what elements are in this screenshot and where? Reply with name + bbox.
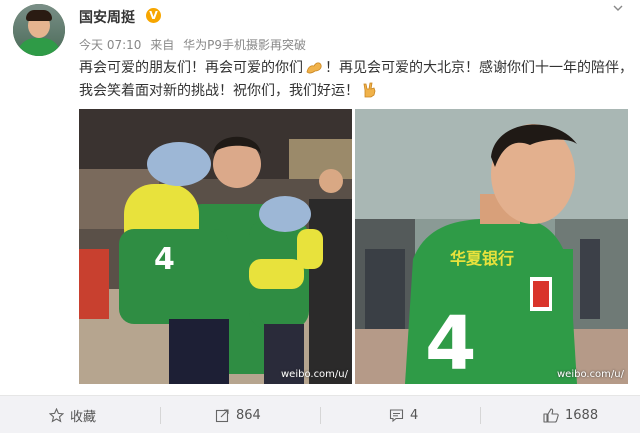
divider	[160, 407, 161, 424]
like-count: 1688	[565, 407, 599, 423]
photo-1-illustration: 4	[79, 109, 352, 384]
action-bar: 收藏 864 4 1688	[0, 395, 640, 433]
divider	[480, 407, 481, 424]
comment-icon	[389, 408, 404, 422]
comment-count: 4	[410, 407, 419, 423]
post-text-part1: 再会可爱的朋友们！再会可爱的你们	[79, 60, 303, 76]
source-prefix: 来自	[150, 38, 175, 52]
weibo-post-card: 国安周挺 V 今天 07:10 来自 华为P9手机摄影再突破 再会可爱的朋友们！…	[0, 0, 640, 433]
favorite-button[interactable]: 收藏	[49, 396, 96, 433]
post-text: 再会可爱的朋友们！再会可爱的你们 ！再见会可爱的大北京！感谢你们十一年的陪伴，我…	[79, 57, 634, 103]
photo-1-jersey-number: 4	[154, 242, 175, 277]
photo-2-illustration: 华夏银行 4	[355, 109, 628, 384]
repost-icon	[215, 408, 229, 422]
star-icon	[49, 407, 64, 423]
post-photo-2[interactable]: 华夏银行 4 weibo.com/u/	[355, 109, 628, 384]
username[interactable]: 国安周挺	[79, 7, 135, 27]
chevron-down-icon[interactable]	[612, 2, 624, 14]
post-photo-1[interactable]: 4 weibo.com/u/	[79, 109, 352, 384]
post-time[interactable]: 今天 07:10	[79, 38, 141, 52]
post-meta: 今天 07:10 来自 华为P9手机摄影再突破	[79, 36, 311, 53]
divider	[320, 407, 321, 424]
watermark: weibo.com/u/	[280, 369, 348, 380]
photo-2-jersey-sponsor: 华夏银行	[450, 249, 514, 268]
avatar[interactable]	[13, 4, 65, 56]
like-button[interactable]: 1688	[543, 396, 598, 433]
verified-badge-icon: V	[146, 8, 161, 23]
thumbs-up-icon	[543, 407, 559, 423]
watermark: weibo.com/u/	[556, 369, 624, 380]
favorite-label: 收藏	[70, 409, 97, 425]
photo-2-jersey-number: 4	[425, 301, 477, 384]
rock-hand-emoji-icon	[363, 82, 376, 98]
repost-button[interactable]: 864	[215, 396, 261, 433]
comment-button[interactable]: 4	[389, 396, 418, 433]
post-source[interactable]: 华为P9手机摄影再突破	[183, 38, 306, 52]
repost-count: 864	[236, 407, 261, 423]
muscle-emoji-icon	[306, 62, 322, 74]
